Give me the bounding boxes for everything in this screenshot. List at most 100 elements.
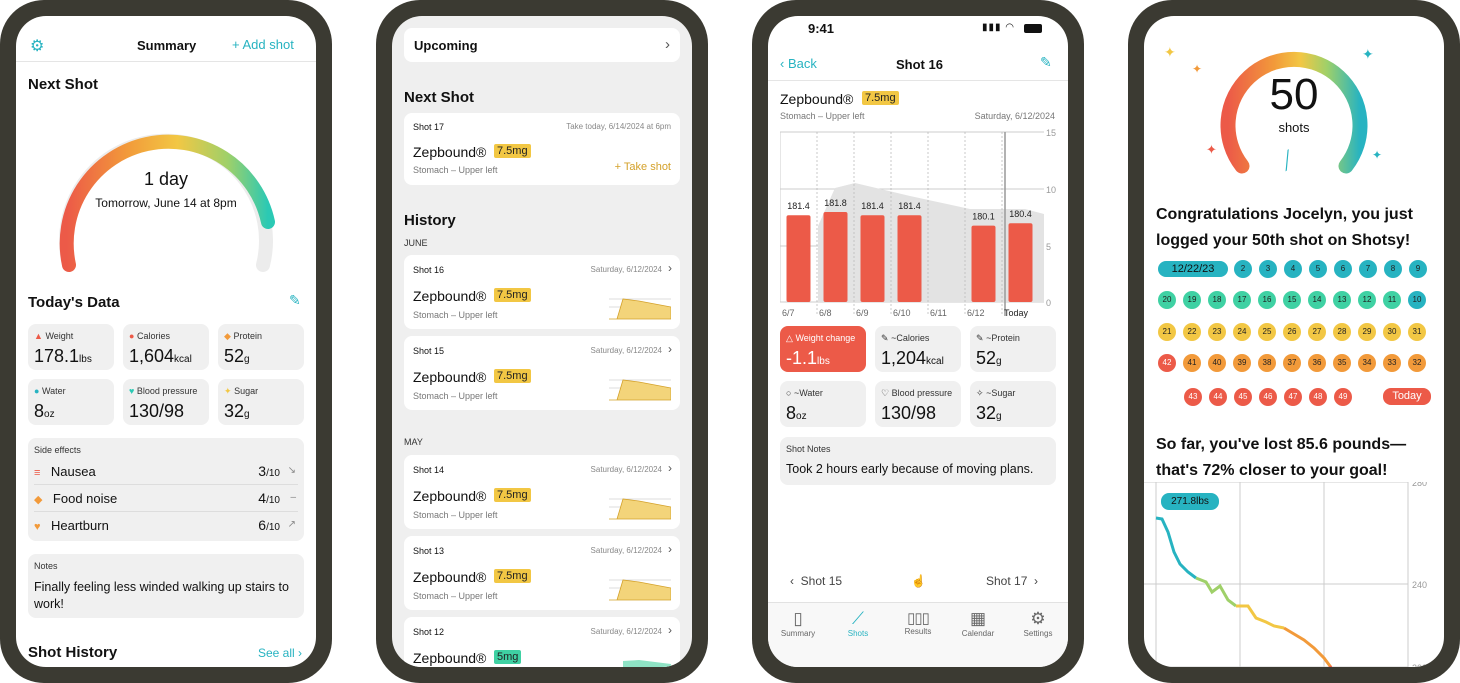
shot-circle: 18	[1208, 291, 1226, 309]
notes-text: Finally feeling less winded walking up s…	[34, 580, 289, 611]
history-shot-card[interactable]: Shot 15 Saturday, 6/12/2024 › Zepbound® …	[404, 336, 680, 410]
x-tick-label: 6/11	[930, 308, 947, 318]
shot-circle: 2	[1234, 260, 1252, 278]
shot-circle: 49	[1334, 388, 1352, 406]
shot-notes-card[interactable]: Shot Notes Took 2 hours early because of…	[780, 437, 1056, 485]
shot-circle: 17	[1233, 291, 1251, 309]
shot-circle: 31	[1408, 323, 1426, 341]
weight-bar[interactable]	[786, 215, 811, 302]
gear-icon: ⚙	[1030, 609, 1046, 628]
next-shot-title: Next Shot	[404, 89, 475, 106]
see-all-link[interactable]: See all ›	[258, 646, 302, 660]
tile-protein[interactable]: ◆ Protein 52g	[218, 324, 304, 370]
dose-badge: 7.5mg	[494, 144, 531, 158]
weight-bar[interactable]	[897, 215, 922, 302]
edit-icon[interactable]: ✎	[1040, 54, 1052, 71]
shot-circle: 27	[1308, 323, 1326, 341]
tile-weight[interactable]: ▲ Weight 178.1lbs	[28, 324, 114, 370]
month-label: MAY	[404, 437, 423, 447]
signal-icon: ▮▮▮ ◠	[982, 22, 1016, 33]
sparkle-icon: ✧	[976, 388, 984, 398]
shot-circle: 35	[1333, 354, 1351, 372]
axis-tick: 5	[1046, 242, 1051, 252]
notes-title: Notes	[34, 561, 58, 571]
level-sparkline	[609, 579, 671, 601]
tile-water[interactable]: ● Water 8oz	[28, 379, 114, 425]
shot-circle: 14	[1308, 291, 1326, 309]
shot-notes-title: Shot Notes	[786, 444, 831, 454]
tab-results[interactable]: ▯▯▯ Results	[888, 609, 948, 636]
history-title: History	[404, 212, 456, 229]
countdown-value: 1 day	[143, 169, 189, 189]
weight-badge: 271.8lbs	[1161, 493, 1219, 510]
tile-sugar[interactable]: ✧ ~Sugar 32g	[970, 381, 1056, 427]
shot-circle: 47	[1284, 388, 1302, 406]
shot-circle: 44	[1209, 388, 1227, 406]
weight-bar[interactable]	[860, 215, 885, 302]
chevron-right-icon: ›	[668, 461, 672, 475]
history-shot-card[interactable]: Shot 16 Saturday, 6/12/2024 › Zepbound® …	[404, 255, 680, 329]
x-tick-label: Today	[1004, 308, 1029, 318]
scale-icon: ▲	[34, 331, 43, 341]
shot-circle: 41	[1183, 354, 1201, 372]
prev-shot-button[interactable]: ‹ Shot 15	[790, 574, 842, 588]
shot-circle: 15	[1283, 291, 1301, 309]
add-shot-button[interactable]: + Add shot	[232, 37, 294, 52]
tab-calendar[interactable]: ▦ Calendar	[948, 609, 1008, 638]
chevron-right-icon: ›	[668, 261, 672, 275]
axis-tick: 240	[1412, 580, 1427, 590]
syringe-icon: ⟋	[852, 609, 864, 628]
shot-circle: 9	[1409, 260, 1427, 278]
clipboard-icon: ▯	[793, 609, 803, 628]
weight-bar[interactable]	[823, 212, 848, 302]
tab-shots[interactable]: ⟋ Shots	[828, 609, 888, 638]
tile-sugar[interactable]: ✦ Sugar 32g	[218, 379, 304, 425]
tab-summary[interactable]: ▯ Summary	[768, 609, 828, 638]
milestone-count: 50	[1269, 70, 1319, 119]
take-shot-button[interactable]: + Take shot	[615, 161, 671, 173]
weight-bar[interactable]	[1008, 223, 1033, 302]
notes-card[interactable]: Notes Finally feeling less winded walkin…	[28, 554, 304, 618]
sparkle-icon: ✦	[1372, 148, 1383, 162]
tile-calories[interactable]: ✎ ~Calories 1,204kcal	[875, 326, 961, 372]
month-label: JUNE	[404, 238, 428, 248]
history-shot-card[interactable]: Shot 13 Saturday, 6/12/2024 › Zepbound® …	[404, 536, 680, 610]
status-time: 9:41	[808, 21, 835, 36]
side-effects-title: Side effects	[34, 445, 81, 455]
tile-water[interactable]: ○ ~Water 8oz	[780, 381, 866, 427]
weight-lost-text: So far, you've lost 85.6 pounds—that's 7…	[1156, 436, 1407, 479]
shot-circle: 37	[1283, 354, 1301, 372]
shot-circle: 13	[1333, 291, 1351, 309]
shot-circle: 4	[1284, 260, 1302, 278]
todays-data-title: Today's Data	[28, 294, 120, 311]
history-shot-card[interactable]: Shot 14 Saturday, 6/12/2024 › Zepbound® …	[404, 455, 680, 529]
tile-blood-pressure[interactable]: ♥ Blood pressure 130/98	[123, 379, 209, 425]
side-effect-row[interactable]: ◆ Food noise 4/10 –	[34, 490, 298, 512]
side-effects-card[interactable]: Side effects ≡ Nausea 3/10 ↘ ◆ Food nois…	[28, 438, 304, 541]
x-tick-label: 6/12	[967, 308, 985, 318]
tile-weight-change[interactable]: △ Weight change -1.1lbs	[780, 326, 866, 372]
fork-icon: ✎	[881, 333, 889, 343]
back-button[interactable]: ‹ Back	[780, 56, 817, 71]
shot-circle: 6	[1334, 260, 1352, 278]
weight-bar[interactable]	[971, 225, 996, 302]
history-shot-card[interactable]: Shot 12 Saturday, 6/12/2024 › Zepbound® …	[404, 617, 680, 667]
edit-icon[interactable]: ✎	[289, 292, 301, 309]
tile-blood-pressure[interactable]: ♡ Blood pressure 130/98	[875, 381, 961, 427]
next-shot-card[interactable]: Shot 17 Take today, 6/14/2024 at 6pm Zep…	[404, 113, 680, 185]
side-effect-row[interactable]: ♥ Heartburn 6/10 ↗	[34, 517, 298, 537]
tile-calories[interactable]: ● Calories 1,604kcal	[123, 324, 209, 370]
side-effect-row[interactable]: ≡ Nausea 3/10 ↘	[34, 463, 298, 485]
shot-circle: 32	[1408, 354, 1426, 372]
tile-protein[interactable]: ✎ ~Protein 52g	[970, 326, 1056, 372]
tab-settings[interactable]: ⚙ Settings	[1008, 609, 1068, 638]
shot-circle: 5	[1309, 260, 1327, 278]
next-shot-button[interactable]: Shot 17 ›	[986, 574, 1038, 588]
swipe-hand-icon: ☝	[911, 574, 926, 588]
dose-badge: 7.5mg	[494, 369, 531, 383]
bar-value-label: 181.8	[824, 198, 847, 208]
dose-badge: 7.5mg	[494, 488, 531, 502]
sparkle-icon: ✦	[1206, 142, 1217, 157]
gear-icon[interactable]: ⚙	[30, 36, 44, 56]
upcoming-row[interactable]: Upcoming ›	[404, 28, 680, 62]
